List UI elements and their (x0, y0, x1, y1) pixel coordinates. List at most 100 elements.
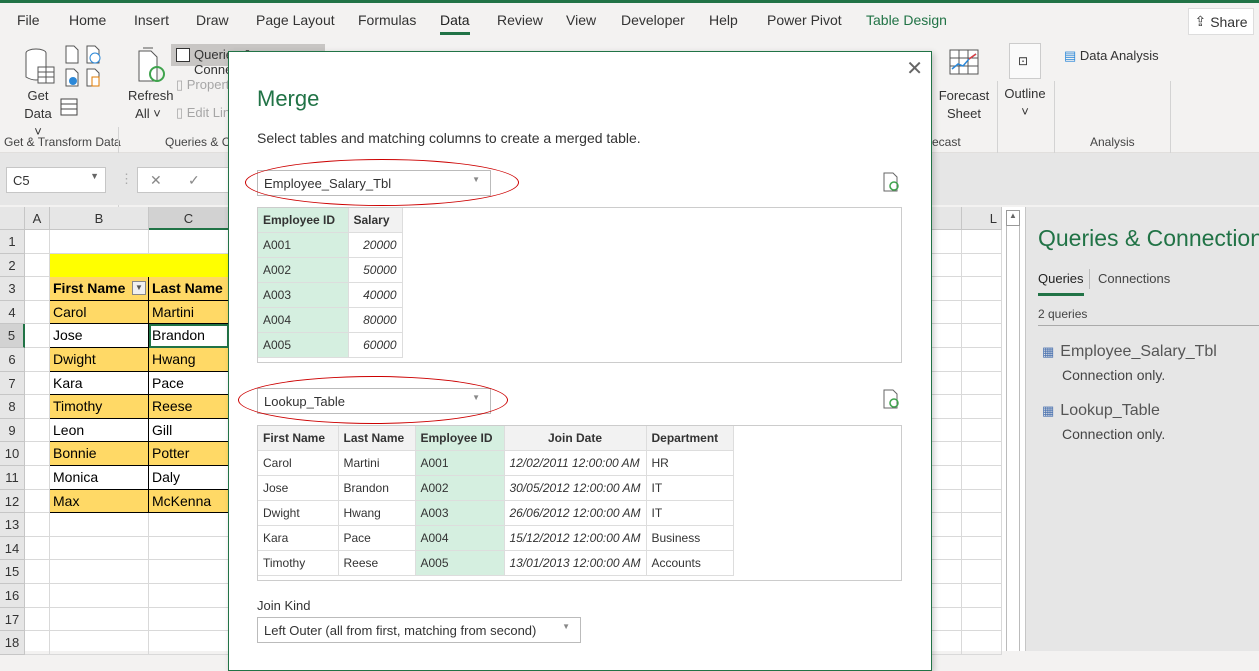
preview-cell[interactable]: A005 (258, 332, 349, 358)
cell[interactable] (25, 442, 50, 466)
preview-cell[interactable]: 80000 (348, 307, 403, 333)
preview-column-header[interactable]: Employee ID (258, 208, 349, 233)
cell[interactable] (962, 560, 1002, 584)
tab-file[interactable]: File (17, 12, 40, 28)
name-box[interactable]: C5 ▼ (6, 167, 106, 193)
tab-data[interactable]: Data (440, 12, 470, 35)
table-header-last-name[interactable]: Last Name (149, 277, 229, 301)
table-cell[interactable]: Jose (50, 324, 149, 348)
forecast-sheet-button[interactable]: Forecast Sheet (938, 87, 990, 123)
cell[interactable] (962, 371, 1002, 396)
cell[interactable] (149, 584, 229, 608)
tab-help[interactable]: Help (709, 12, 738, 28)
table-cell[interactable]: Carol (50, 300, 149, 325)
preview-column-header[interactable]: Salary (348, 208, 403, 233)
cell[interactable] (149, 560, 229, 584)
cell[interactable] (50, 536, 149, 561)
cell[interactable] (932, 607, 962, 632)
preview-cell[interactable]: A004 (415, 525, 505, 551)
query-item-employee-salary[interactable]: ▦ Employee_Salary_Tbl Connection only. (1042, 343, 1217, 383)
cell[interactable] (25, 348, 50, 372)
col-header-a[interactable]: A (25, 207, 50, 230)
preview-column-header[interactable]: Department (646, 426, 734, 451)
cell[interactable] (149, 230, 229, 254)
cell[interactable] (932, 584, 962, 608)
scroll-up-button[interactable]: ▲ (1006, 210, 1020, 226)
preview-cell[interactable]: A002 (258, 257, 349, 283)
tab-table-design[interactable]: Table Design (866, 12, 947, 28)
preview-cell[interactable]: Accounts (646, 550, 734, 576)
row-header[interactable]: 1 (0, 230, 25, 254)
cell[interactable] (962, 631, 1002, 655)
tab-developer[interactable]: Developer (621, 12, 685, 28)
preview-cell[interactable]: IT (646, 500, 734, 526)
tab-view[interactable]: View (566, 12, 596, 28)
cell[interactable] (50, 631, 149, 655)
cell[interactable] (50, 607, 149, 632)
preview-cell[interactable]: Brandon (338, 475, 416, 501)
cell[interactable] (962, 348, 1002, 372)
table-cell[interactable]: Leon (50, 418, 149, 443)
cell[interactable] (932, 466, 962, 490)
from-sources-icons[interactable] (64, 45, 104, 91)
title-cell[interactable] (149, 253, 229, 278)
cell[interactable] (25, 395, 50, 419)
cell[interactable] (962, 324, 1002, 348)
row-header[interactable]: 9 (0, 418, 25, 443)
cell[interactable] (962, 466, 1002, 490)
cell[interactable] (962, 277, 1002, 301)
col-header-b[interactable]: B (50, 207, 149, 230)
cell[interactable] (962, 395, 1002, 419)
cell[interactable] (932, 300, 962, 325)
col-header-l[interactable]: L (962, 207, 1002, 230)
select-all-corner[interactable] (0, 207, 25, 230)
cell[interactable] (25, 277, 50, 301)
preview-cell[interactable]: Kara (258, 525, 339, 551)
cell[interactable] (932, 348, 962, 372)
row-header[interactable]: 16 (0, 584, 25, 608)
close-icon[interactable]: ✕ (906, 56, 923, 81)
cell[interactable] (962, 442, 1002, 466)
first-table-select[interactable]: Employee_Salary_Tbl ▼ (257, 170, 491, 196)
preview-cell[interactable]: Business (646, 525, 734, 551)
row-header[interactable]: 6 (0, 348, 25, 372)
cell[interactable] (962, 418, 1002, 443)
cell[interactable] (932, 324, 962, 348)
cell[interactable] (149, 631, 229, 655)
preview-cell[interactable]: A003 (258, 282, 349, 308)
cell[interactable] (50, 513, 149, 537)
preview-cell[interactable]: A004 (258, 307, 349, 333)
table-cell[interactable]: Max (50, 489, 149, 514)
cell[interactable] (932, 395, 962, 419)
tab-formulas[interactable]: Formulas (358, 12, 416, 28)
row-header[interactable]: 11 (0, 466, 25, 490)
cell[interactable] (932, 513, 962, 537)
row-header[interactable]: 3 (0, 277, 25, 301)
cell[interactable] (962, 253, 1002, 278)
table-cell[interactable]: Reese (149, 395, 229, 419)
row-header[interactable]: 2 (0, 253, 25, 278)
cell[interactable] (25, 489, 50, 514)
cell[interactable] (932, 489, 962, 514)
cell[interactable] (50, 560, 149, 584)
cell[interactable] (149, 607, 229, 632)
cell[interactable] (25, 466, 50, 490)
refresh-preview-icon[interactable] (883, 389, 899, 409)
cell[interactable] (25, 560, 50, 584)
col-header-k[interactable] (932, 207, 962, 230)
table-cell[interactable]: Potter (149, 442, 229, 466)
table-cell[interactable]: Monica (50, 466, 149, 490)
preview-cell[interactable]: Reese (338, 550, 416, 576)
tab-insert[interactable]: Insert (134, 12, 169, 28)
query-item-lookup-table[interactable]: ▦ Lookup_Table Connection only. (1042, 402, 1165, 442)
preview-cell[interactable]: Dwight (258, 500, 339, 526)
row-header[interactable]: 5 (0, 324, 25, 348)
cell[interactable] (25, 631, 50, 655)
cell[interactable] (962, 230, 1002, 254)
preview-cell[interactable]: 40000 (348, 282, 403, 308)
preview-column-header[interactable]: Employee ID (415, 426, 505, 451)
tab-home[interactable]: Home (69, 12, 106, 28)
table-cell[interactable]: McKenna (149, 489, 229, 514)
cell[interactable] (50, 584, 149, 608)
cancel-icon[interactable]: ✕ (150, 172, 162, 189)
